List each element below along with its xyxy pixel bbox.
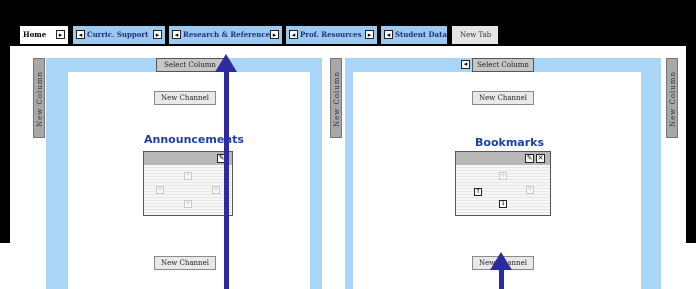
tab-new-tab[interactable]: New Tab <box>452 26 498 44</box>
announcements-channel-widget: ✎ + + + + <box>143 151 233 216</box>
channel-title-bookmarks: Bookmarks <box>475 136 544 149</box>
tab-move-left-icon[interactable]: ◂ <box>289 30 298 39</box>
left-border <box>0 0 10 243</box>
left-column-left-edge <box>46 58 68 289</box>
edit-icon[interactable]: ✎ <box>525 154 534 163</box>
tab-student-data[interactable]: ◂ Student Data <box>381 26 447 44</box>
arrow-up-icon[interactable]: ↑ <box>474 188 482 196</box>
tab-new-tab-label: New Tab <box>460 31 492 39</box>
tab-move-left-icon[interactable]: ◂ <box>384 30 393 39</box>
tab-prof-resources[interactable]: ◂ Prof. Resources ▸ <box>286 26 377 44</box>
new-column-label: New Column <box>333 71 341 127</box>
tab-bar: Home ▸ ◂ Curric. Support ▸ ◂ Research & … <box>0 0 696 46</box>
arrow-down-icon[interactable]: ↓ <box>499 200 507 208</box>
tab-move-right-icon[interactable]: ▸ <box>56 30 65 39</box>
move-right-icon: + <box>526 186 534 194</box>
left-column: Select Column New Channel Announcements … <box>46 58 322 289</box>
tab-move-right-icon[interactable]: ▸ <box>153 30 162 39</box>
channel-body: + + + + <box>144 165 232 215</box>
tab-student-data-label: Student Data <box>395 30 447 39</box>
select-column-button[interactable]: Select Column <box>156 58 224 72</box>
tab-move-right-icon[interactable]: ▸ <box>365 30 374 39</box>
annotation-arrow-shaft <box>224 70 229 289</box>
select-column-button[interactable]: Select Column <box>472 58 534 72</box>
tab-move-right-icon[interactable]: ▸ <box>270 30 279 39</box>
move-down-icon: + <box>184 200 192 208</box>
tab-home[interactable]: Home ▸ <box>20 26 68 44</box>
new-channel-button[interactable]: New Channel <box>154 256 216 270</box>
close-icon[interactable]: ✕ <box>536 154 545 163</box>
new-column-label: New Column <box>36 71 44 127</box>
move-left-icon: + <box>156 186 164 194</box>
annotation-arrow-shaft <box>499 268 504 289</box>
move-up-icon: + <box>184 172 192 180</box>
move-column-left-icon[interactable]: ◂ <box>461 60 470 69</box>
right-column-left-edge <box>345 58 353 289</box>
new-column-strip-left[interactable]: New Column <box>33 58 45 138</box>
tab-move-left-icon[interactable]: ◂ <box>76 30 85 39</box>
new-channel-button[interactable]: New Channel <box>472 91 534 105</box>
tab-research-reference[interactable]: ◂ Research & Reference ▸ <box>169 26 282 44</box>
new-column-strip-right[interactable]: New Column <box>666 58 678 138</box>
new-column-strip-middle[interactable]: New Column <box>330 58 342 138</box>
tab-research-reference-label: Research & Reference <box>183 30 271 39</box>
channel-toolbar: ✎ ✕ <box>456 152 550 166</box>
move-up-icon: + <box>499 172 507 180</box>
annotation-arrow-up-icon <box>215 54 237 72</box>
channel-toolbar: ✎ <box>144 152 232 166</box>
tab-home-label: Home <box>23 30 47 39</box>
channel-body: + ↑ + ↓ <box>456 165 550 215</box>
tab-move-left-icon[interactable]: ◂ <box>172 30 181 39</box>
new-channel-button[interactable]: New Channel <box>154 91 216 105</box>
new-column-label: New Column <box>669 71 677 127</box>
tab-curric-support[interactable]: ◂ Curric. Support ▸ <box>73 26 165 44</box>
right-column-right-edge <box>641 58 661 289</box>
tab-curric-support-label: Curric. Support <box>87 30 149 39</box>
bookmarks-channel-widget: ✎ ✕ + ↑ + ↓ <box>455 151 551 216</box>
right-border <box>686 0 696 243</box>
tab-prof-resources-label: Prof. Resources <box>300 30 362 39</box>
left-column-right-edge <box>310 58 322 289</box>
annotation-arrow-up-icon <box>490 252 512 270</box>
move-right-icon: + <box>212 186 220 194</box>
